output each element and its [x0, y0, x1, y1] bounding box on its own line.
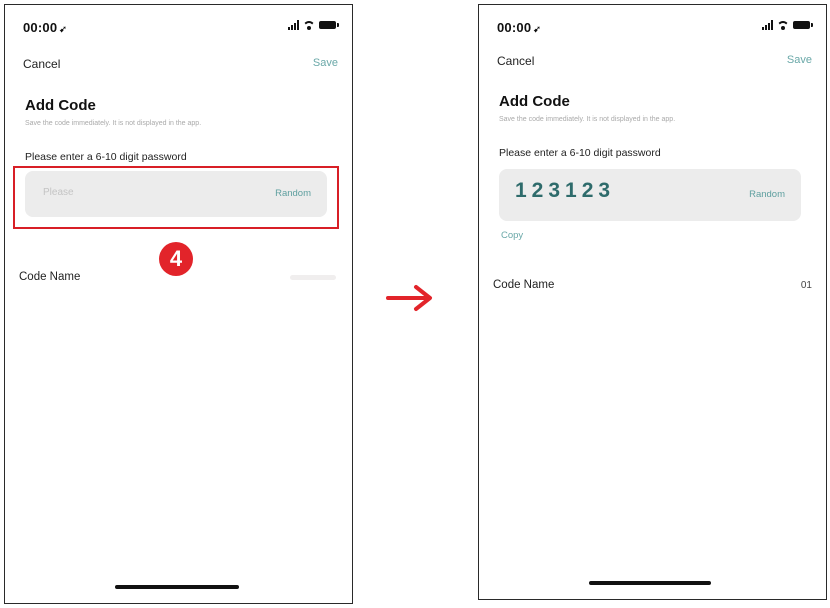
- cancel-button[interactable]: Cancel: [23, 57, 60, 71]
- page-title: Add Code: [25, 97, 96, 114]
- battery-icon: [319, 21, 339, 29]
- right-arrow-icon: [386, 285, 432, 311]
- save-button[interactable]: Save: [313, 57, 338, 69]
- password-prompt: Please enter a 6-10 digit password: [499, 147, 661, 159]
- cancel-button[interactable]: Cancel: [497, 54, 534, 68]
- status-time: 00:00 ➹: [497, 20, 541, 35]
- copy-button[interactable]: Copy: [501, 230, 523, 241]
- signal-bars-icon: [288, 20, 299, 30]
- code-name-row[interactable]: Code Name 01: [479, 275, 826, 301]
- code-name-row[interactable]: Code Name: [5, 267, 352, 293]
- code-name-value: 01: [800, 280, 812, 291]
- phone-screen-before: 00:00 ➹ Cancel Save Add Code Save the cod…: [4, 4, 353, 604]
- page-subtitle: Save the code immediately. It is not dis…: [25, 120, 202, 127]
- home-indicator[interactable]: [589, 581, 711, 585]
- status-icons: [288, 20, 339, 30]
- code-name-label: Code Name: [493, 279, 555, 291]
- page-subtitle: Save the code immediately. It is not dis…: [499, 116, 676, 123]
- location-arrow-icon: ➹: [59, 24, 67, 34]
- page-title: Add Code: [499, 93, 570, 110]
- password-value: 123123: [515, 179, 616, 202]
- code-name-label: Code Name: [19, 271, 81, 283]
- status-icons: [762, 20, 813, 30]
- code-name-value-placeholder: [290, 275, 336, 280]
- phone-screen-after: 00:00 ➹ Cancel Save Add Code Save the cod…: [478, 4, 827, 600]
- signal-bars-icon: [762, 20, 773, 30]
- step-highlight-box: [13, 166, 339, 229]
- status-bar: 00:00 ➹: [5, 5, 352, 45]
- wifi-icon: [303, 20, 315, 30]
- battery-icon: [793, 21, 813, 29]
- status-time: 00:00 ➹: [23, 20, 67, 35]
- home-indicator[interactable]: [115, 585, 239, 589]
- password-prompt: Please enter a 6-10 digit password: [25, 151, 187, 163]
- password-input[interactable]: 123123 Random: [499, 169, 801, 221]
- status-bar: 00:00 ➹: [479, 5, 826, 45]
- location-arrow-icon: ➹: [533, 24, 541, 34]
- save-button[interactable]: Save: [787, 54, 812, 66]
- random-button[interactable]: Random: [749, 189, 785, 200]
- wifi-icon: [777, 20, 789, 30]
